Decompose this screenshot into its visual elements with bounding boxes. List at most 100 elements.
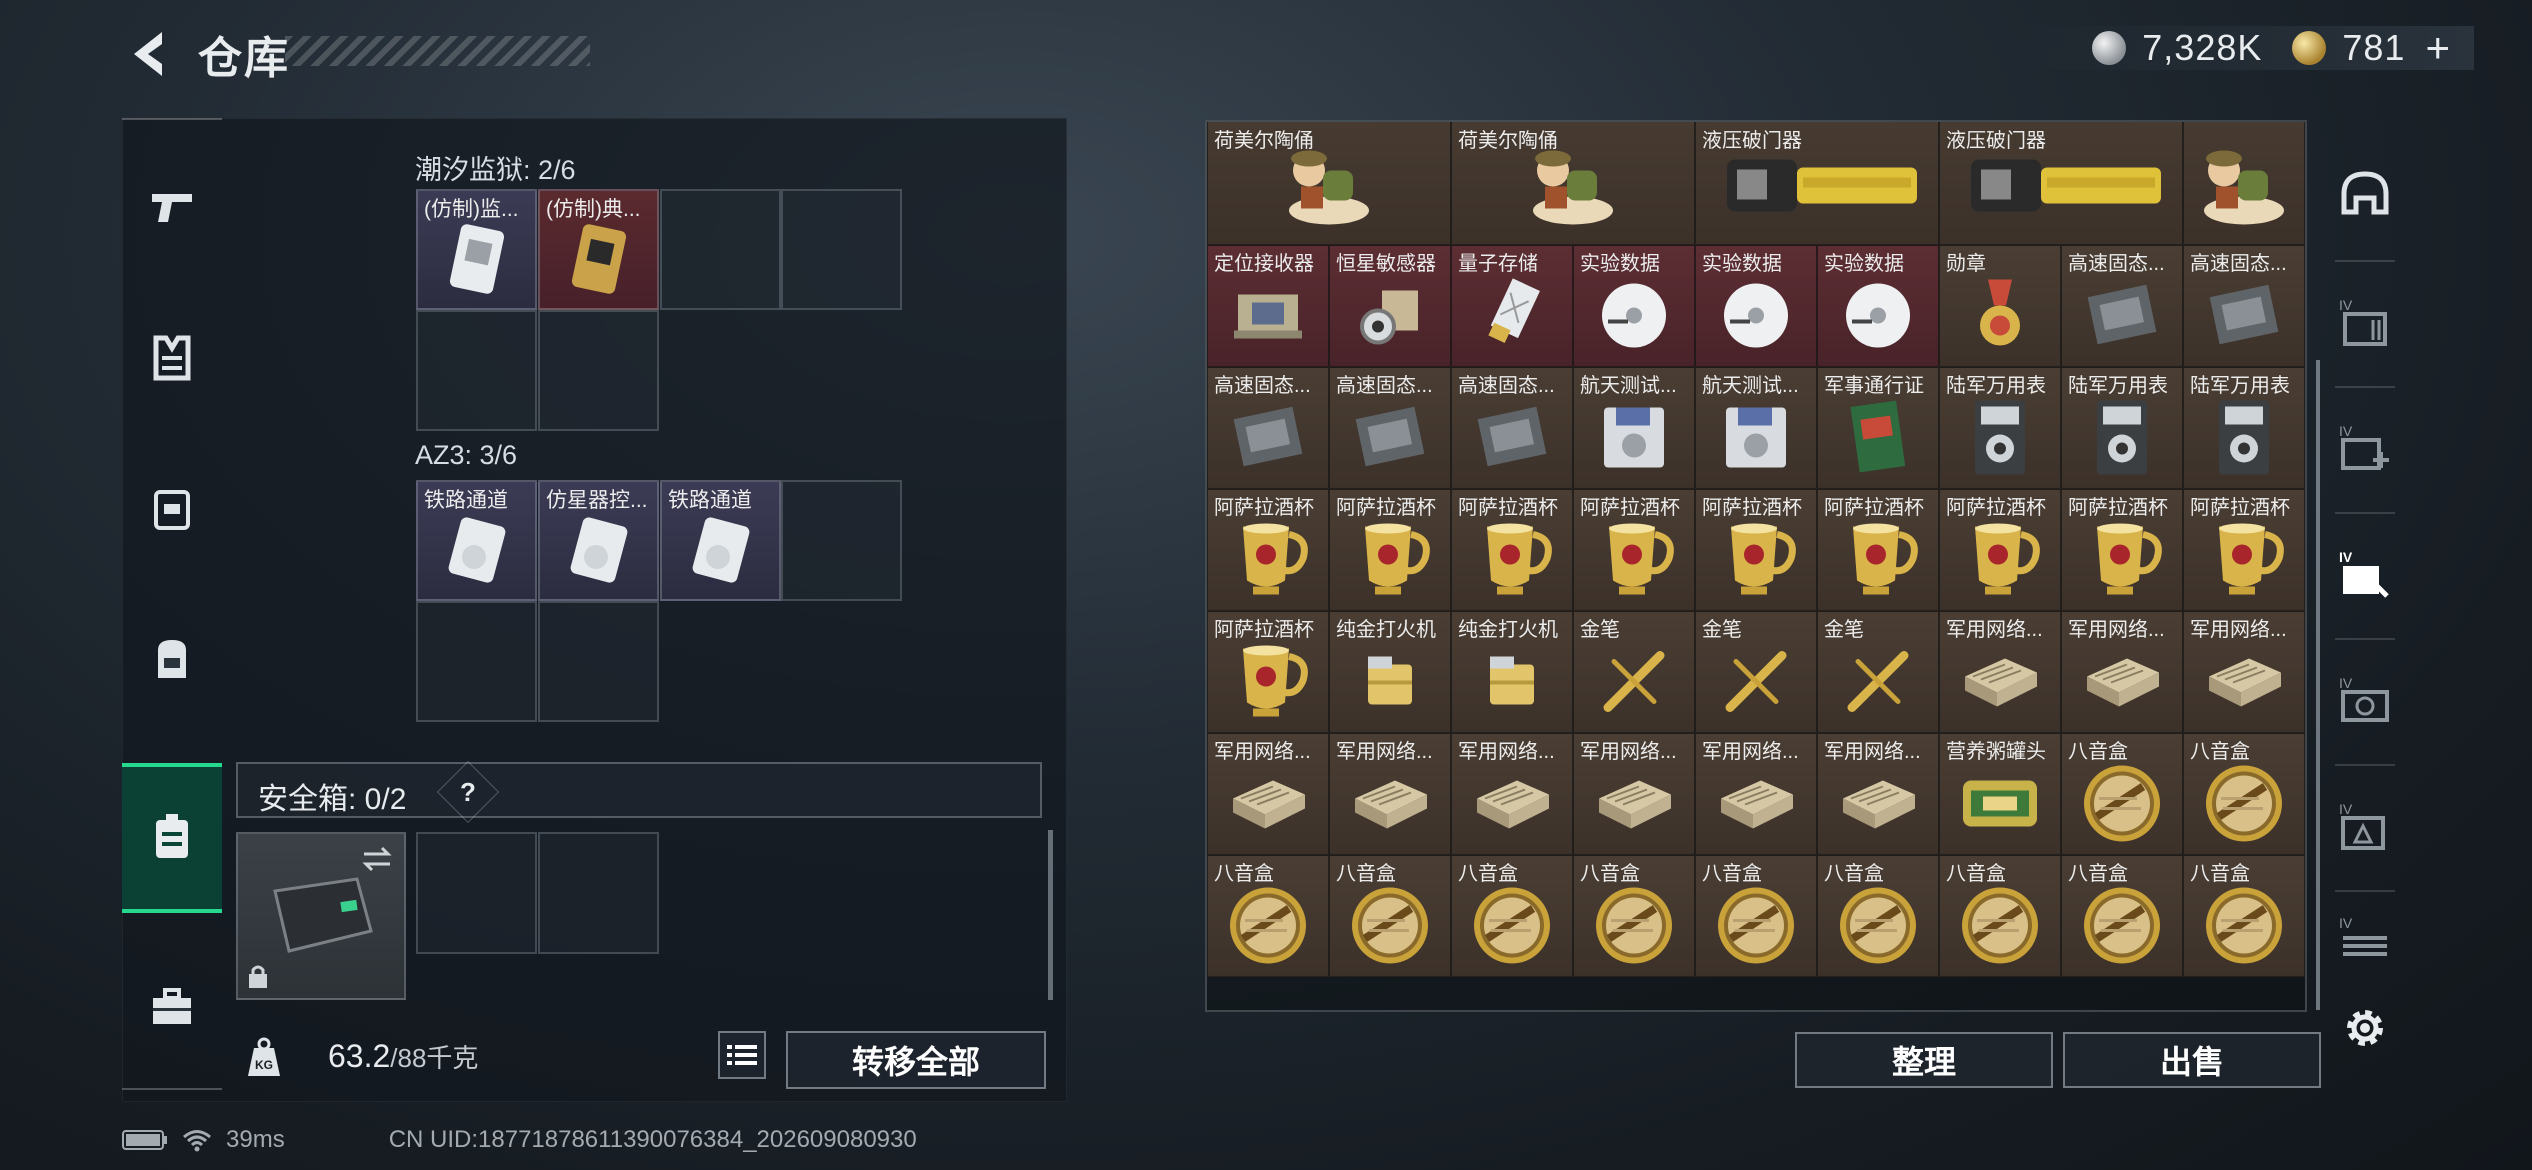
stash-item[interactable]: 陆军万用表 — [2061, 367, 2183, 489]
stash-item[interactable]: 阿萨拉酒杯 — [2061, 489, 2183, 611]
sort-button[interactable]: 整理 — [1795, 1032, 2053, 1088]
inventory-item[interactable]: 铁路通道 — [660, 480, 781, 601]
stash-item[interactable]: 营养粥罐头 — [1939, 733, 2061, 855]
stash-item[interactable]: 军用网络... — [2183, 611, 2305, 733]
stash-item[interactable]: 高速固态... — [1329, 367, 1451, 489]
stash-item[interactable]: 高速固态... — [1451, 367, 1573, 489]
back-icon[interactable] — [120, 24, 180, 84]
svg-text:IV: IV — [2339, 297, 2353, 313]
stash-item[interactable]: 量子存储 — [1451, 245, 1573, 367]
stash-item[interactable]: 八音盒 — [2183, 855, 2305, 977]
stash-item[interactable]: 阿萨拉酒杯 — [1207, 489, 1329, 611]
empty-slot[interactable] — [538, 601, 659, 722]
list-view-button[interactable] — [718, 1031, 766, 1079]
empty-slot[interactable] — [660, 189, 781, 310]
stash-item[interactable]: 军用网络... — [1451, 733, 1573, 855]
stash-item[interactable]: 军用网络... — [1207, 733, 1329, 855]
stash-item[interactable]: 八音盒 — [1817, 855, 1939, 977]
stash-item[interactable]: 航天测试... — [1573, 367, 1695, 489]
stash-item[interactable]: 荷美尔陶俑 — [1451, 122, 1695, 245]
filter-tab-1[interactable]: IV — [2320, 262, 2410, 382]
stash-item[interactable]: 纯金打火机 — [1329, 611, 1451, 733]
rig-tab[interactable] — [122, 433, 222, 583]
inventory-item[interactable]: (仿制)监... — [416, 189, 537, 310]
stash-item[interactable]: 军用网络... — [1939, 611, 2061, 733]
empty-slot[interactable] — [781, 189, 902, 310]
safe-box-tab[interactable] — [122, 763, 222, 913]
stash-item[interactable]: 勋章 — [1939, 245, 2061, 367]
stash-item[interactable]: 阿萨拉酒杯 — [1817, 489, 1939, 611]
settings-button[interactable] — [2320, 978, 2410, 1078]
weapon-tab[interactable] — [122, 133, 222, 283]
stash-item[interactable]: 阿萨拉酒杯 — [1695, 489, 1817, 611]
stash-item[interactable]: 阿萨拉酒杯 — [1451, 489, 1573, 611]
inventory-item[interactable]: 仿星器控... — [538, 480, 659, 601]
safe-box-container[interactable] — [236, 832, 406, 1000]
inventory-item[interactable]: 铁路通道 — [416, 480, 537, 601]
filter-tab-4[interactable]: IV — [2320, 640, 2410, 760]
stash-item[interactable]: 军用网络... — [1695, 733, 1817, 855]
stash-item[interactable]: 阿萨拉酒杯 — [1939, 489, 2061, 611]
stash-item[interactable]: 军事通行证 — [1817, 367, 1939, 489]
stash-item[interactable]: 八音盒 — [1939, 855, 2061, 977]
empty-slot[interactable] — [416, 601, 537, 722]
filter-tab-2[interactable]: IV — [2320, 388, 2410, 508]
stash-item[interactable]: 金笔 — [1817, 611, 1939, 733]
stash-item[interactable]: 实验数据 — [1695, 245, 1817, 367]
stash-item[interactable]: 液压破门器 — [1939, 122, 2183, 245]
stash-item[interactable]: 恒星敏感器 — [1329, 245, 1451, 367]
stash-item[interactable]: 军用网络... — [1573, 733, 1695, 855]
filter-all-tab[interactable] — [2320, 132, 2410, 252]
stash-item[interactable]: 高速固态... — [2183, 245, 2305, 367]
inventory-item[interactable]: (仿制)典... — [538, 189, 659, 310]
empty-slot[interactable] — [538, 832, 659, 954]
stash-item[interactable]: 八音盒 — [1207, 855, 1329, 977]
stash-item[interactable]: 八音盒 — [2061, 733, 2183, 855]
stash-item[interactable]: 纯金打火机 — [1451, 611, 1573, 733]
stash-item[interactable]: 荷美尔陶俑 — [1207, 122, 1451, 245]
stash-item[interactable]: 阿萨拉酒杯 — [1207, 611, 1329, 733]
stash-item[interactable]: 军用网络... — [2061, 611, 2183, 733]
stash-item[interactable] — [2183, 122, 2305, 245]
case-tab[interactable] — [122, 933, 222, 1083]
stash-item[interactable]: 陆军万用表 — [2183, 367, 2305, 489]
transfer-all-button[interactable]: 转移全部 — [786, 1031, 1046, 1089]
stash-item[interactable]: 八音盒 — [2183, 733, 2305, 855]
add-currency-button[interactable]: + — [2425, 24, 2450, 72]
stash-item[interactable]: 定位接收器 — [1207, 245, 1329, 367]
stash-item[interactable]: 液压破门器 — [1695, 122, 1939, 245]
stash-item[interactable]: 八音盒 — [1573, 855, 1695, 977]
svg-text:IV: IV — [2339, 801, 2353, 817]
item-label: 军事通行证 — [1824, 375, 1924, 397]
empty-slot[interactable] — [538, 310, 659, 431]
filter-tab-3[interactable]: IV — [2320, 514, 2410, 634]
stash-item[interactable]: 八音盒 — [1329, 855, 1451, 977]
stash-item[interactable]: 实验数据 — [1817, 245, 1939, 367]
stash-item[interactable]: 高速固态... — [2061, 245, 2183, 367]
empty-slot[interactable] — [781, 480, 902, 601]
empty-slot[interactable] — [416, 832, 537, 954]
stash-item[interactable]: 军用网络... — [1817, 733, 1939, 855]
stash-item[interactable]: 八音盒 — [2061, 855, 2183, 977]
stash-item[interactable]: 八音盒 — [1695, 855, 1817, 977]
left-scrollbar[interactable] — [1048, 830, 1053, 1000]
stash-item[interactable]: 航天测试... — [1695, 367, 1817, 489]
armor-tab[interactable] — [122, 283, 222, 433]
stash-item[interactable]: 阿萨拉酒杯 — [1573, 489, 1695, 611]
stash-item[interactable]: 阿萨拉酒杯 — [2183, 489, 2305, 611]
backpack-tab[interactable] — [122, 583, 222, 733]
sell-button[interactable]: 出售 — [2063, 1032, 2321, 1088]
empty-slot[interactable] — [416, 310, 537, 431]
stash-item[interactable]: 实验数据 — [1573, 245, 1695, 367]
stash-item[interactable]: 金笔 — [1695, 611, 1817, 733]
filter-tab-5[interactable]: IV — [2320, 766, 2410, 886]
swap-icon[interactable] — [360, 844, 394, 874]
stash-item[interactable]: 高速固态... — [1207, 367, 1329, 489]
stash-item[interactable]: 军用网络... — [1329, 733, 1451, 855]
stash-item[interactable]: 阿萨拉酒杯 — [1329, 489, 1451, 611]
stash-item[interactable]: 陆军万用表 — [1939, 367, 2061, 489]
filter-tab-6[interactable]: IV — [2320, 892, 2410, 982]
help-icon[interactable]: ? — [436, 760, 500, 824]
stash-item[interactable]: 八音盒 — [1451, 855, 1573, 977]
stash-item[interactable]: 金笔 — [1573, 611, 1695, 733]
